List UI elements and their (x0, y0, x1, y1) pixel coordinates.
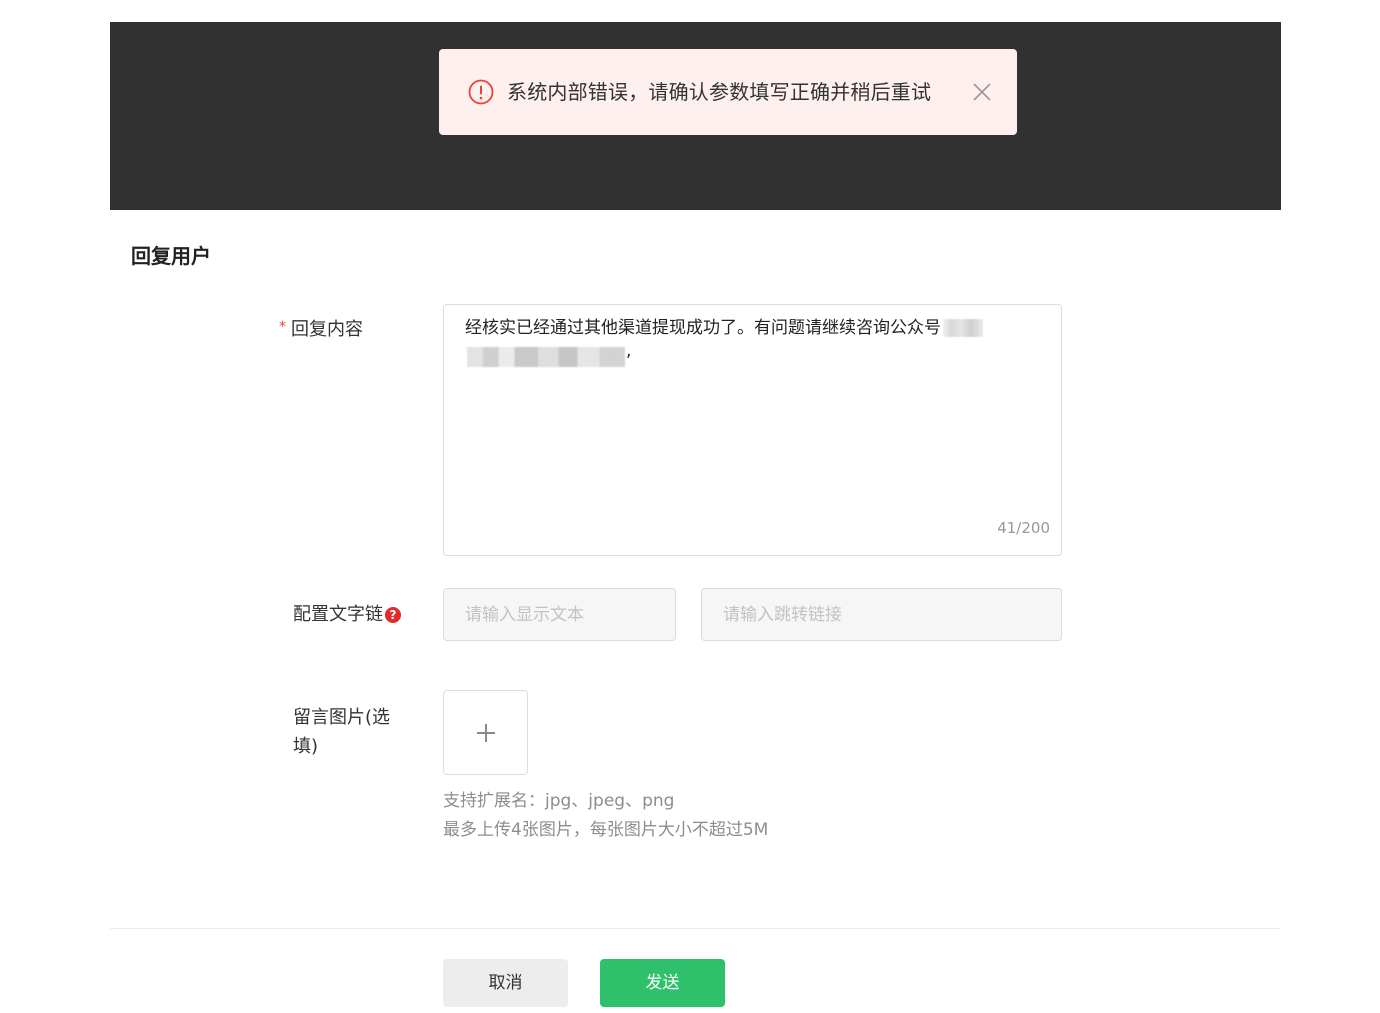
cancel-button[interactable]: 取消 (443, 959, 568, 1007)
error-toast: 系统内部错误，请确认参数填写正确并稍后重试 (439, 49, 1017, 135)
reply-content-label-text: 回复内容 (291, 319, 363, 340)
redacted-account-id (467, 347, 625, 367)
upload-extensions-hint: 支持扩展名：jpg、jpeg、png (443, 791, 675, 811)
close-icon[interactable] (972, 82, 992, 102)
text-link-label-text: 配置文字链 (293, 604, 383, 625)
required-mark: * (279, 319, 286, 335)
text-link-label: 配置文字链? (293, 601, 401, 629)
message-image-label: 留言图片(选填) (293, 707, 391, 757)
reply-content-suffix: , (626, 341, 632, 361)
error-circle-icon (468, 79, 494, 105)
plus-icon (477, 724, 495, 742)
upload-limit-hint: 最多上传4张图片，每张图片大小不超过5M (443, 820, 769, 840)
toast-message: 系统内部错误，请确认参数填写正确并稍后重试 (507, 80, 932, 104)
redacted-account-name (943, 319, 983, 337)
character-counter: 41/200 (997, 519, 1050, 537)
link-url-input[interactable] (701, 588, 1062, 641)
reply-content-label: * 回复内容 (279, 316, 363, 345)
reply-content-textarea[interactable]: 经核实已经通过其他渠道提现成功了。有问题请继续咨询公众号 , 41/200 (443, 304, 1062, 556)
page-title: 回复用户 (131, 244, 211, 268)
link-display-text-input[interactable] (443, 588, 676, 641)
send-button[interactable]: 发送 (600, 959, 725, 1007)
help-icon[interactable]: ? (385, 607, 401, 623)
footer-divider (110, 928, 1281, 929)
image-upload-button[interactable] (443, 690, 528, 775)
reply-content-text: 经核实已经通过其他渠道提现成功了。有问题请继续咨询公众号 (465, 318, 941, 338)
reply-user-page: 系统内部错误，请确认参数填写正确并稍后重试 回复用户 * 回复内容 经核实已经通过… (0, 0, 1380, 1013)
reply-content-value: 经核实已经通过其他渠道提现成功了。有问题请继续咨询公众号 (465, 314, 1025, 343)
